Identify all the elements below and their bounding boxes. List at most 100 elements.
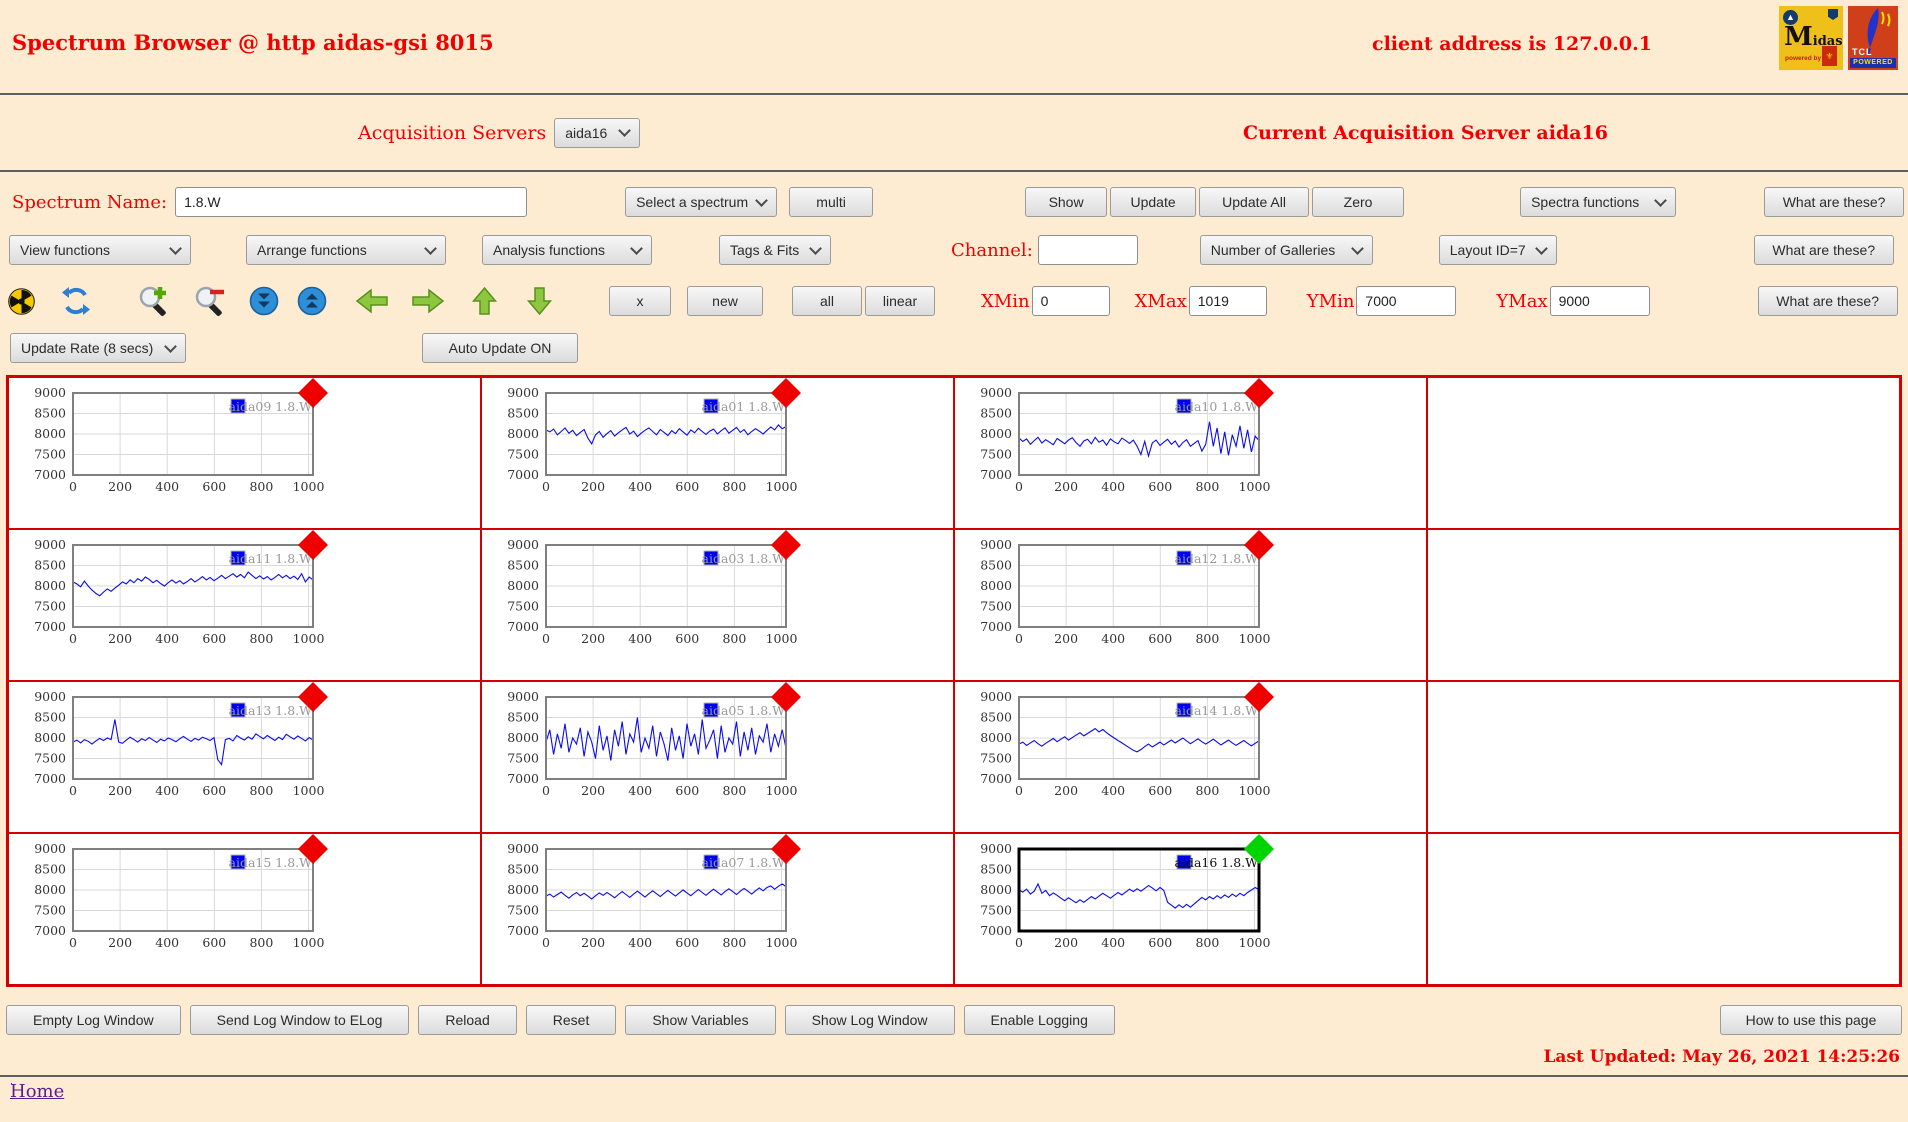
svg-text:1000: 1000 <box>1239 631 1271 646</box>
svg-text:8500: 8500 <box>34 862 66 877</box>
layout-id-select[interactable]: Layout ID=7 <box>1439 235 1557 265</box>
svg-text:8000: 8000 <box>980 882 1012 897</box>
svg-text:7000: 7000 <box>34 619 66 634</box>
svg-text:200: 200 <box>1054 479 1078 494</box>
multi-button[interactable]: multi <box>789 187 873 217</box>
enable-logging-button[interactable]: Enable Logging <box>964 1005 1115 1035</box>
gallery-cell-aida03[interactable]: 7000750080008500900002004006008001000aid… <box>481 529 954 681</box>
gallery-cell-aida12[interactable]: 7000750080008500900002004006008001000aid… <box>954 529 1427 681</box>
svg-text:600: 600 <box>202 631 226 646</box>
update-button[interactable]: Update <box>1110 187 1196 217</box>
zero-button[interactable]: Zero <box>1312 187 1404 217</box>
spectrum-chart-aida15: 7000750080008500900002004006008001000aid… <box>9 834 369 984</box>
show-log-window-button[interactable]: Show Log Window <box>785 1005 955 1035</box>
zoom-in-icon[interactable] <box>137 284 171 318</box>
gallery-cell-aida15[interactable]: 7000750080008500900002004006008001000aid… <box>8 833 481 985</box>
xmax-input[interactable] <box>1189 286 1267 316</box>
divider-bottom <box>0 1075 1908 1077</box>
pan-up-icon[interactable] <box>471 286 498 316</box>
gallery-cell-aida07[interactable]: 7000750080008500900002004006008001000aid… <box>481 833 954 985</box>
all-button[interactable]: all <box>792 286 862 316</box>
collapse-y-icon[interactable] <box>249 286 279 316</box>
reset-button[interactable]: Reset <box>526 1005 617 1035</box>
reload-button[interactable]: Reload <box>418 1005 516 1035</box>
svg-text:9000: 9000 <box>980 689 1012 704</box>
gallery-cell-aida16[interactable]: 7000750080008500900002004006008001000aid… <box>954 833 1427 985</box>
gallery-cell-aida10[interactable]: 7000750080008500900002004006008001000aid… <box>954 377 1427 529</box>
what-are-these-button-1[interactable]: What are these? <box>1764 187 1904 217</box>
select-spectrum-dropdown[interactable]: Select a spectrum <box>625 187 777 217</box>
tags-fits-select[interactable]: Tags & Fits <box>719 235 831 265</box>
view-functions-label: View functions <box>20 242 110 258</box>
linear-button[interactable]: linear <box>865 286 935 316</box>
spectrum-chart-aida11: 7000750080008500900002004006008001000aid… <box>9 530 369 680</box>
svg-text:7000: 7000 <box>507 467 539 482</box>
show-variables-button[interactable]: Show Variables <box>625 1005 775 1035</box>
what-are-these-button-3[interactable]: What are these? <box>1758 286 1898 316</box>
show-button[interactable]: Show <box>1025 187 1107 217</box>
chevron-down-icon <box>169 242 182 255</box>
update-all-button[interactable]: Update All <box>1199 187 1309 217</box>
send-log-to-elog-button[interactable]: Send Log Window to ELog <box>190 1005 410 1035</box>
gallery-cell-aida14[interactable]: 7000750080008500900002004006008001000aid… <box>954 681 1427 833</box>
svg-text:0: 0 <box>542 631 550 646</box>
x-axis-button[interactable]: x <box>609 286 671 316</box>
svg-text:400: 400 <box>155 935 179 950</box>
svg-text:8500: 8500 <box>34 710 66 725</box>
svg-text:0: 0 <box>542 479 550 494</box>
gallery-cell-empty <box>1427 681 1900 833</box>
gallery-cell-aida11[interactable]: 7000750080008500900002004006008001000aid… <box>8 529 481 681</box>
gallery-cell-aida05[interactable]: 7000750080008500900002004006008001000aid… <box>481 681 954 833</box>
svg-text:800: 800 <box>249 935 273 950</box>
spectra-functions-select[interactable]: Spectra functions <box>1520 187 1676 217</box>
expand-y-icon[interactable] <box>297 286 327 316</box>
spectrum-chart-aida03: 7000750080008500900002004006008001000aid… <box>482 530 842 680</box>
acquisition-server-select[interactable]: aida16 <box>554 118 640 148</box>
update-rate-select[interactable]: Update Rate (8 secs) <box>10 333 186 363</box>
arrange-functions-select[interactable]: Arrange functions <box>246 235 446 265</box>
empty-log-window-button[interactable]: Empty Log Window <box>6 1005 181 1035</box>
analysis-functions-select[interactable]: Analysis functions <box>482 235 652 265</box>
number-of-galleries-select[interactable]: Number of Galleries <box>1200 235 1373 265</box>
tcl-powered-logo[interactable]: TCL POWERED <box>1848 6 1898 70</box>
gallery-cell-aida09[interactable]: 7000750080008500900002004006008001000aid… <box>8 377 481 529</box>
gallery-cell-aida01[interactable]: 7000750080008500900002004006008001000aid… <box>481 377 954 529</box>
svg-text:600: 600 <box>1148 783 1172 798</box>
pan-right-icon[interactable] <box>411 287 445 315</box>
legend-label: aida13 1.8.W <box>229 703 313 718</box>
svg-text:7500: 7500 <box>34 751 66 766</box>
svg-text:600: 600 <box>202 479 226 494</box>
auto-update-button[interactable]: Auto Update ON <box>422 333 578 363</box>
svg-text:0: 0 <box>1015 783 1023 798</box>
svg-text:8500: 8500 <box>507 710 539 725</box>
svg-text:8500: 8500 <box>980 862 1012 877</box>
zoom-out-icon[interactable] <box>193 284 227 318</box>
spectrum-name-input[interactable] <box>175 187 527 217</box>
svg-text:0: 0 <box>69 631 77 646</box>
svg-text:7500: 7500 <box>980 599 1012 614</box>
divider-server <box>0 170 1908 172</box>
svg-text:200: 200 <box>108 631 132 646</box>
what-are-these-button-2[interactable]: What are these? <box>1754 235 1894 265</box>
view-functions-select[interactable]: View functions <box>9 235 191 265</box>
pan-left-icon[interactable] <box>355 287 389 315</box>
xmin-input[interactable] <box>1032 286 1110 316</box>
chevron-down-icon <box>164 340 177 353</box>
pan-down-icon[interactable] <box>526 286 553 316</box>
spectrum-chart-aida13: 7000750080008500900002004006008001000aid… <box>9 682 369 832</box>
radiation-icon[interactable] <box>8 288 35 315</box>
how-to-use-button[interactable]: How to use this page <box>1720 1005 1902 1035</box>
update-row: Update Rate (8 secs) Auto Update ON <box>0 332 1908 364</box>
refresh-icon[interactable] <box>61 286 91 316</box>
server-row: Acquisition Servers aida16 Current Acqui… <box>0 95 1908 170</box>
midas-logo[interactable]: ▲ Midas powered by ⚜ <box>1779 6 1843 70</box>
new-button[interactable]: new <box>687 286 763 316</box>
home-link[interactable]: Home <box>10 1081 64 1102</box>
ymin-input[interactable] <box>1356 286 1456 316</box>
channel-input[interactable] <box>1038 235 1138 265</box>
ymax-input[interactable] <box>1550 286 1650 316</box>
gallery-cell-aida13[interactable]: 7000750080008500900002004006008001000aid… <box>8 681 481 833</box>
page-title: Spectrum Browser @ http aidas-gsi 8015 <box>12 30 494 55</box>
xmin-label: XMin <box>981 291 1030 312</box>
svg-text:1000: 1000 <box>293 479 325 494</box>
